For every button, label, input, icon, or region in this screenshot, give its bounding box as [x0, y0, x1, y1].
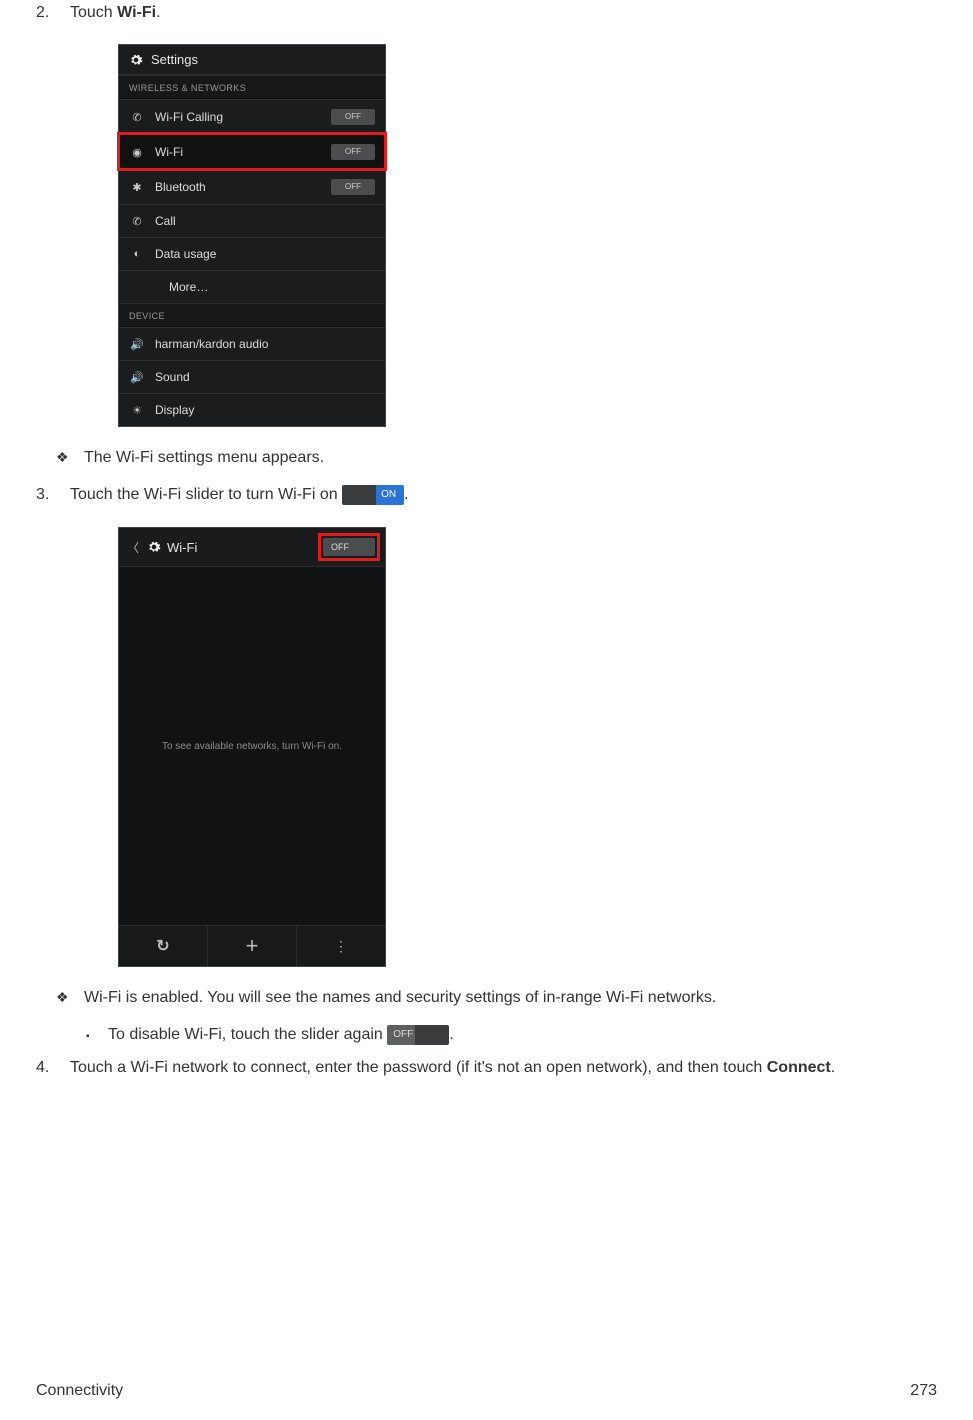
step-3-text-after: . [404, 486, 408, 503]
step-2-text-before: Touch [70, 4, 117, 21]
wifi-toggle[interactable]: OFF [323, 538, 375, 556]
back-icon[interactable]: 〈 [127, 539, 139, 556]
step-3-result: ❖ Wi-Fi is enabled. You will see the nam… [36, 989, 937, 1007]
section-wireless-networks: WIRELESS & NETWORKS [119, 75, 385, 99]
settings-row-more-[interactable]: More… [119, 270, 385, 303]
step-3-disable-text: To disable Wi-Fi, touch the slider again… [108, 1025, 454, 1045]
step-4-number: 4. [36, 1059, 70, 1077]
display-icon: ☀ [129, 404, 145, 417]
wifi-toggle-highlight: OFF [321, 536, 377, 558]
settings-title: Settings [151, 52, 198, 67]
toggle-switch[interactable]: OFF [331, 179, 375, 195]
call-icon: ✆ [129, 215, 145, 228]
step-3-result-text: Wi-Fi is enabled. You will see the names… [84, 989, 716, 1007]
screenshot-wifi-detail: 〈 Wi-Fi OFF To see available networks, t… [36, 527, 937, 967]
step-3-text-before: Touch the Wi-Fi slider to turn Wi-Fi on [70, 486, 342, 503]
step-2-result: ❖ The Wi-Fi settings menu appears. [36, 449, 937, 467]
gear-icon [147, 540, 161, 554]
settings-row-label: Wi-Fi [155, 145, 331, 159]
step-2-bold: Wi-Fi [117, 4, 156, 21]
square-bullet-icon: ▪ [86, 1031, 108, 1042]
wifi-bottombar: ↻ + ⋮ [119, 925, 385, 966]
step-3-text: Touch the Wi-Fi slider to turn Wi-Fi on … [70, 485, 937, 505]
settings-row-sound[interactable]: 🔊 Sound [119, 360, 385, 393]
footer-page-number: 273 [910, 1382, 937, 1400]
step-2-result-text: The Wi-Fi settings menu appears. [84, 449, 324, 467]
diamond-bullet-icon: ❖ [56, 449, 84, 466]
bluetooth-icon: ✱ [129, 181, 145, 194]
wifi-toggle-off-icon: OFF [387, 1025, 449, 1045]
settings-row-label: Display [155, 403, 375, 417]
step-4-text: Touch a Wi-Fi network to connect, enter … [70, 1059, 937, 1077]
step-2-text-after: . [156, 4, 160, 21]
settings-row-wi-fi-calling[interactable]: ✆ Wi-Fi CallingOFF [119, 99, 385, 134]
settings-row-harman-kardon-audio[interactable]: 🔊 harman/kardon audio [119, 327, 385, 360]
speaker-icon: 🔊 [129, 338, 145, 351]
section-device: DEVICE [119, 303, 385, 327]
settings-row-label: Bluetooth [155, 180, 331, 194]
step-2-text: Touch Wi-Fi. [70, 4, 937, 22]
settings-row-label: Data usage [155, 247, 375, 261]
settings-row-label: harman/kardon audio [155, 337, 375, 351]
step-4: 4. Touch a Wi-Fi network to connect, ent… [36, 1059, 937, 1077]
phone-icon: ✆ [129, 111, 145, 124]
wifi-screen-title: Wi-Fi [167, 540, 197, 555]
step-3: 3. Touch the Wi-Fi slider to turn Wi-Fi … [36, 485, 937, 505]
sound-icon: 🔊 [129, 371, 145, 384]
step-3-disable-before: To disable Wi-Fi, touch the slider again [108, 1026, 387, 1043]
wifi-topbar: 〈 Wi-Fi OFF [119, 528, 385, 567]
step-3-disable-note: ▪ To disable Wi-Fi, touch the slider aga… [36, 1025, 937, 1045]
gear-icon [129, 53, 143, 67]
settings-header: Settings [119, 45, 385, 75]
settings-row-data-usage[interactable]: ◐ Data usage [119, 237, 385, 270]
settings-row-display[interactable]: ☀ Display [119, 393, 385, 426]
step-4-bold: Connect [767, 1059, 831, 1076]
wifi-body: To see available networks, turn Wi-Fi on… [119, 567, 385, 925]
wifi-toggle-on-icon: ON [342, 485, 404, 505]
settings-row-label: Call [155, 214, 375, 228]
data-icon: ◐ [129, 248, 145, 260]
diamond-bullet-icon: ❖ [56, 989, 84, 1006]
overflow-menu-icon[interactable]: ⋮ [297, 926, 385, 966]
settings-row-label: Wi-Fi Calling [155, 110, 331, 124]
step-4-text-after: . [831, 1059, 835, 1076]
toggle-switch[interactable]: OFF [331, 144, 375, 160]
settings-row-label: Sound [155, 370, 375, 384]
page-footer: Connectivity 273 [36, 1382, 937, 1400]
screenshot-settings-list: Settings WIRELESS & NETWORKS ✆ Wi-Fi Call… [36, 44, 937, 427]
refresh-icon[interactable]: ↻ [119, 926, 208, 966]
step-3-disable-after: . [449, 1026, 453, 1043]
wifi-icon: ◉ [129, 146, 145, 159]
step-4-text-before: Touch a Wi-Fi network to connect, enter … [70, 1059, 767, 1076]
toggle-switch[interactable]: OFF [331, 109, 375, 125]
add-network-icon[interactable]: + [208, 926, 297, 966]
settings-row-call[interactable]: ✆ Call [119, 204, 385, 237]
step-2-number: 2. [36, 4, 70, 22]
wifi-empty-message: To see available networks, turn Wi-Fi on… [162, 741, 342, 752]
step-2: 2. Touch Wi-Fi. [36, 4, 937, 22]
settings-row-bluetooth[interactable]: ✱ BluetoothOFF [119, 169, 385, 204]
footer-section: Connectivity [36, 1382, 123, 1400]
settings-row-label: More… [155, 280, 375, 294]
settings-row-wi-fi[interactable]: ◉ Wi-FiOFF [119, 134, 385, 169]
step-3-number: 3. [36, 486, 70, 504]
